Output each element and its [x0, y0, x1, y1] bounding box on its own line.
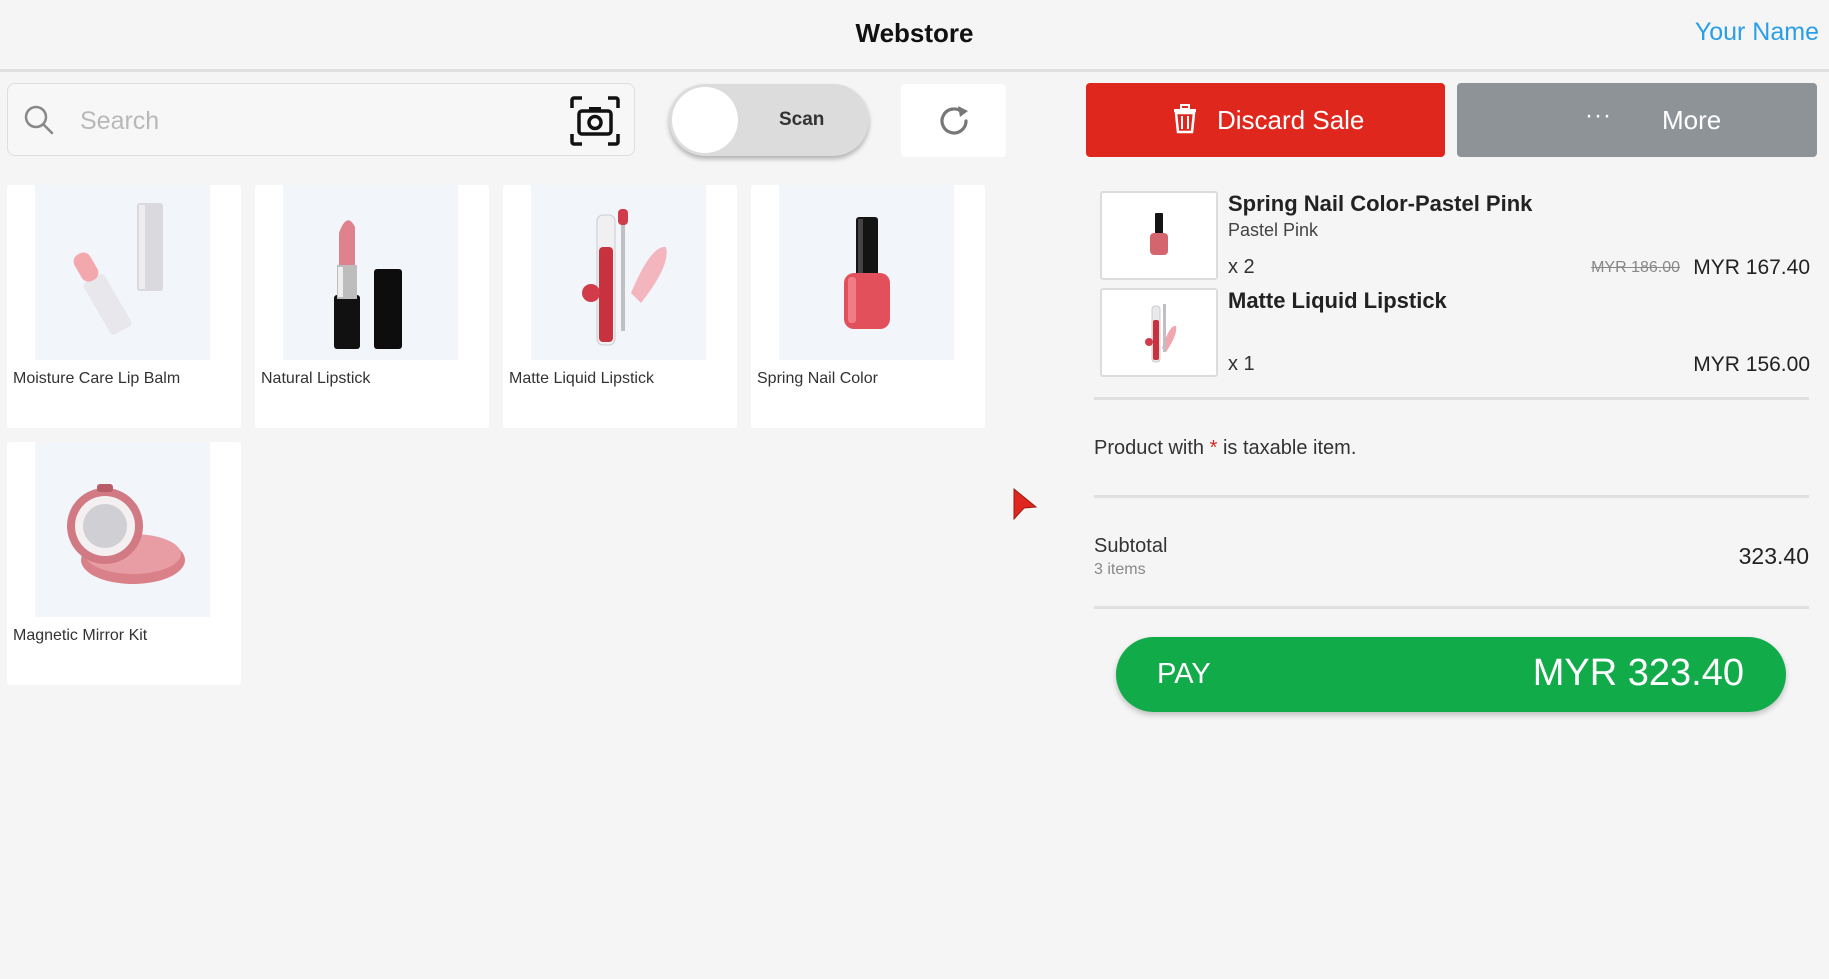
search-box[interactable]: [7, 83, 635, 156]
lipstick-image: [283, 185, 458, 360]
cart-item-thumbnail: [1100, 191, 1218, 280]
cart-item-price: MYR 156.00: [1693, 353, 1810, 376]
product-name: Magnetic Mirror Kit: [13, 627, 148, 644]
refresh-button[interactable]: [901, 84, 1006, 157]
divider: [1094, 606, 1809, 609]
product-card[interactable]: Natural Lipstick: [255, 185, 489, 428]
scan-toggle[interactable]: Scan: [669, 84, 869, 156]
taxable-star: *: [1209, 437, 1218, 459]
cart-item-price: MYR 167.40: [1693, 256, 1810, 279]
subtotal-label: Subtotal: [1094, 535, 1168, 557]
discard-sale-button[interactable]: Discard Sale: [1086, 83, 1445, 157]
pay-button[interactable]: PAY MYR 323.40: [1116, 637, 1786, 712]
pay-label: PAY: [1157, 658, 1211, 690]
refresh-icon: [940, 106, 968, 135]
cart-item-name: Matte Liquid Lipstick: [1228, 288, 1447, 313]
subtotal-value: 323.40: [1738, 543, 1809, 569]
product-card[interactable]: Matte Liquid Lipstick: [503, 185, 737, 428]
liquid-lipstick-image: [531, 185, 706, 360]
product-card[interactable]: Spring Nail Color: [751, 185, 985, 428]
nail-polish-image: [779, 185, 954, 360]
product-name: Natural Lipstick: [261, 370, 371, 387]
more-dots-icon: ···: [1585, 102, 1612, 129]
cart-item-name: Spring Nail Color-Pastel Pink: [1228, 191, 1533, 216]
more-label: More: [1662, 105, 1722, 135]
search-icon: [24, 105, 54, 135]
cart-item[interactable]: Matte Liquid Lipstick x 1 MYR 156.00: [1100, 288, 1810, 380]
product-card[interactable]: Magnetic Mirror Kit: [7, 442, 241, 685]
cart-item-quantity: x 2: [1228, 256, 1255, 278]
cart-item-thumbnail: [1100, 288, 1218, 377]
product-name: Matte Liquid Lipstick: [509, 370, 654, 387]
cart-item-original-price: MYR 186.00: [1591, 259, 1680, 276]
product-name: Moisture Care Lip Balm: [13, 370, 181, 387]
mouse-cursor-icon: [1013, 487, 1038, 521]
tax-note-prefix: Product with: [1094, 437, 1205, 459]
nail-polish-thumb-image: [1150, 213, 1168, 255]
liquid-lipstick-thumb-image: [1145, 304, 1177, 363]
top-bar: Webstore Your Name: [0, 0, 1829, 72]
toggle-knob: [672, 87, 738, 153]
discard-sale-label: Discard Sale: [1217, 105, 1365, 135]
lip-balm-image: [35, 185, 210, 360]
divider: [1094, 495, 1809, 498]
mirror-kit-image: [35, 442, 210, 617]
page-title: Webstore: [855, 18, 974, 48]
search-input[interactable]: [78, 102, 552, 140]
divider: [1094, 397, 1809, 400]
scan-toggle-label: Scan: [779, 109, 825, 130]
trash-icon: [1174, 104, 1196, 134]
camera-scan-icon[interactable]: [568, 94, 622, 148]
cart-item-variant: Pastel Pink: [1228, 220, 1319, 240]
product-card[interactable]: Moisture Care Lip Balm: [7, 185, 241, 428]
cart-item[interactable]: Spring Nail Color-Pastel Pink Pastel Pin…: [1100, 191, 1810, 283]
tax-note-suffix: is taxable item.: [1222, 437, 1357, 459]
product-name: Spring Nail Color: [757, 370, 878, 387]
pay-amount: MYR 323.40: [1532, 652, 1744, 694]
subtotal-item-count: 3 items: [1094, 561, 1146, 578]
cart-item-quantity: x 1: [1228, 353, 1255, 375]
more-button[interactable]: ··· More: [1457, 83, 1817, 157]
user-name-link[interactable]: Your Name: [1695, 18, 1819, 47]
tax-note: Product with * is taxable item.: [1094, 437, 1356, 460]
